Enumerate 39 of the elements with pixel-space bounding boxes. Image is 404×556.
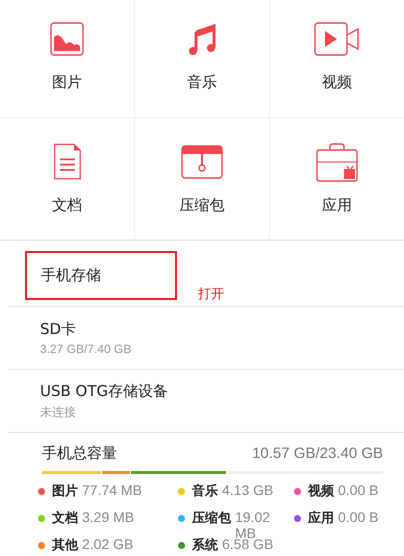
toolbox-icon: [316, 142, 358, 182]
legend-size: 77.74 MB: [82, 482, 142, 498]
legend-label: 文档: [52, 510, 78, 527]
category-label: 应用: [322, 196, 352, 215]
storage-detail: 未连接: [40, 404, 77, 420]
storage-item[interactable]: SD卡 3.27 GB/7.40 GB: [8, 307, 404, 370]
storage-item[interactable]: USB OTG存储设备 未连接: [8, 370, 404, 433]
category-tile[interactable]: 视频: [270, 0, 404, 118]
category-tile[interactable]: 压缩包: [135, 118, 270, 240]
legend-label: 系统: [192, 536, 218, 554]
category-tile[interactable]: 音乐: [135, 0, 270, 118]
legend-label: 音乐: [192, 482, 218, 500]
capacity-title: 手机总容量: [42, 444, 117, 462]
category-label: 图片: [52, 73, 82, 92]
storage-name: SD卡: [40, 320, 78, 339]
category-label: 文档: [52, 196, 82, 215]
category-tile[interactable]: 图片: [0, 0, 135, 118]
document-icon: [52, 142, 82, 182]
legend-size: 0.00 B: [338, 509, 378, 525]
category-tile[interactable]: 文档: [0, 118, 135, 240]
legend-label: 应用: [308, 510, 334, 527]
annotation-label: 打开: [198, 286, 224, 303]
storage-name: USB OTG存储设备: [40, 382, 170, 400]
category-label: 视频: [322, 73, 352, 92]
legend-size: 4.13 GB: [222, 482, 274, 498]
legend-size: 3.29 MB: [82, 509, 134, 525]
legend-label: 图片: [52, 483, 78, 500]
legend-label: 视频: [308, 483, 334, 500]
storage-item[interactable]: 手机存储 打开: [8, 241, 404, 307]
legend-label: 其他: [52, 537, 78, 554]
legend-size: 0.00 B: [338, 482, 378, 498]
category-tile[interactable]: 应用: [270, 118, 404, 240]
category-label: 压缩包: [180, 196, 224, 215]
storage-detail: 3.27 GB/7.40 GB: [40, 342, 132, 356]
capacity-value: 10.57 GB/23.40 GB: [252, 444, 383, 462]
legend-label: 压缩包: [192, 510, 231, 527]
legend-size: 2.02 GB: [82, 536, 134, 552]
storage-name: 手机存储: [41, 266, 101, 284]
category-label: 音乐: [187, 73, 217, 92]
